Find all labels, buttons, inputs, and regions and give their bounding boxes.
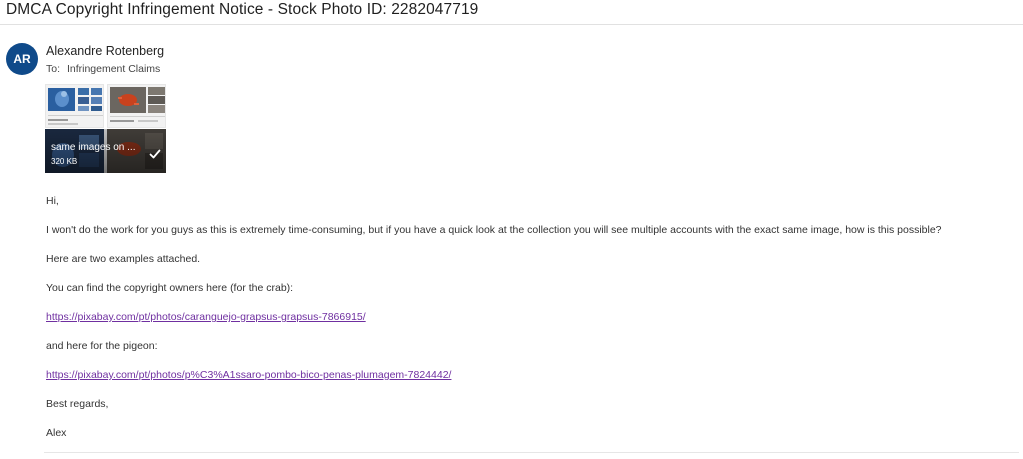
divider: [44, 452, 1019, 453]
recipient-line: To: Infringement Claims: [46, 63, 160, 75]
pigeon-link[interactable]: https://pixabay.com/pt/photos/p%C3%A1ssa…: [46, 369, 451, 381]
attachment-thumbnail: [45, 84, 104, 128]
body-paragraph: I won't do the work for you guys as this…: [46, 224, 942, 236]
attachment-size: 320 KB: [51, 157, 78, 166]
body-paragraph: You can find the copyright owners here (…: [46, 282, 294, 294]
crab-link[interactable]: https://pixabay.com/pt/photos/caranguejo…: [46, 311, 366, 323]
body-paragraph: and here for the pigeon:: [46, 340, 158, 352]
body-paragraph: Here are two examples attached.: [46, 253, 201, 265]
greeting-text: Hi,: [46, 195, 59, 207]
subject-bar: DMCA Copyright Infringement Notice - Sto…: [0, 0, 1023, 25]
sender-name[interactable]: Alexandre Rotenberg: [46, 44, 164, 58]
avatar[interactable]: AR: [6, 43, 38, 75]
email-subject: DMCA Copyright Infringement Notice - Sto…: [6, 1, 479, 18]
attachment-card[interactable]: same images on ... 320 KB: [45, 84, 166, 173]
closing-text: Best regards,: [46, 398, 109, 410]
signature-text: Alex: [46, 427, 67, 439]
attachment-name: same images on ...: [51, 142, 136, 153]
to-label: To:: [46, 63, 61, 75]
check-icon[interactable]: [149, 148, 161, 160]
recipient-name[interactable]: Infringement Claims: [67, 63, 160, 75]
attachment-thumbnail: [107, 84, 166, 128]
